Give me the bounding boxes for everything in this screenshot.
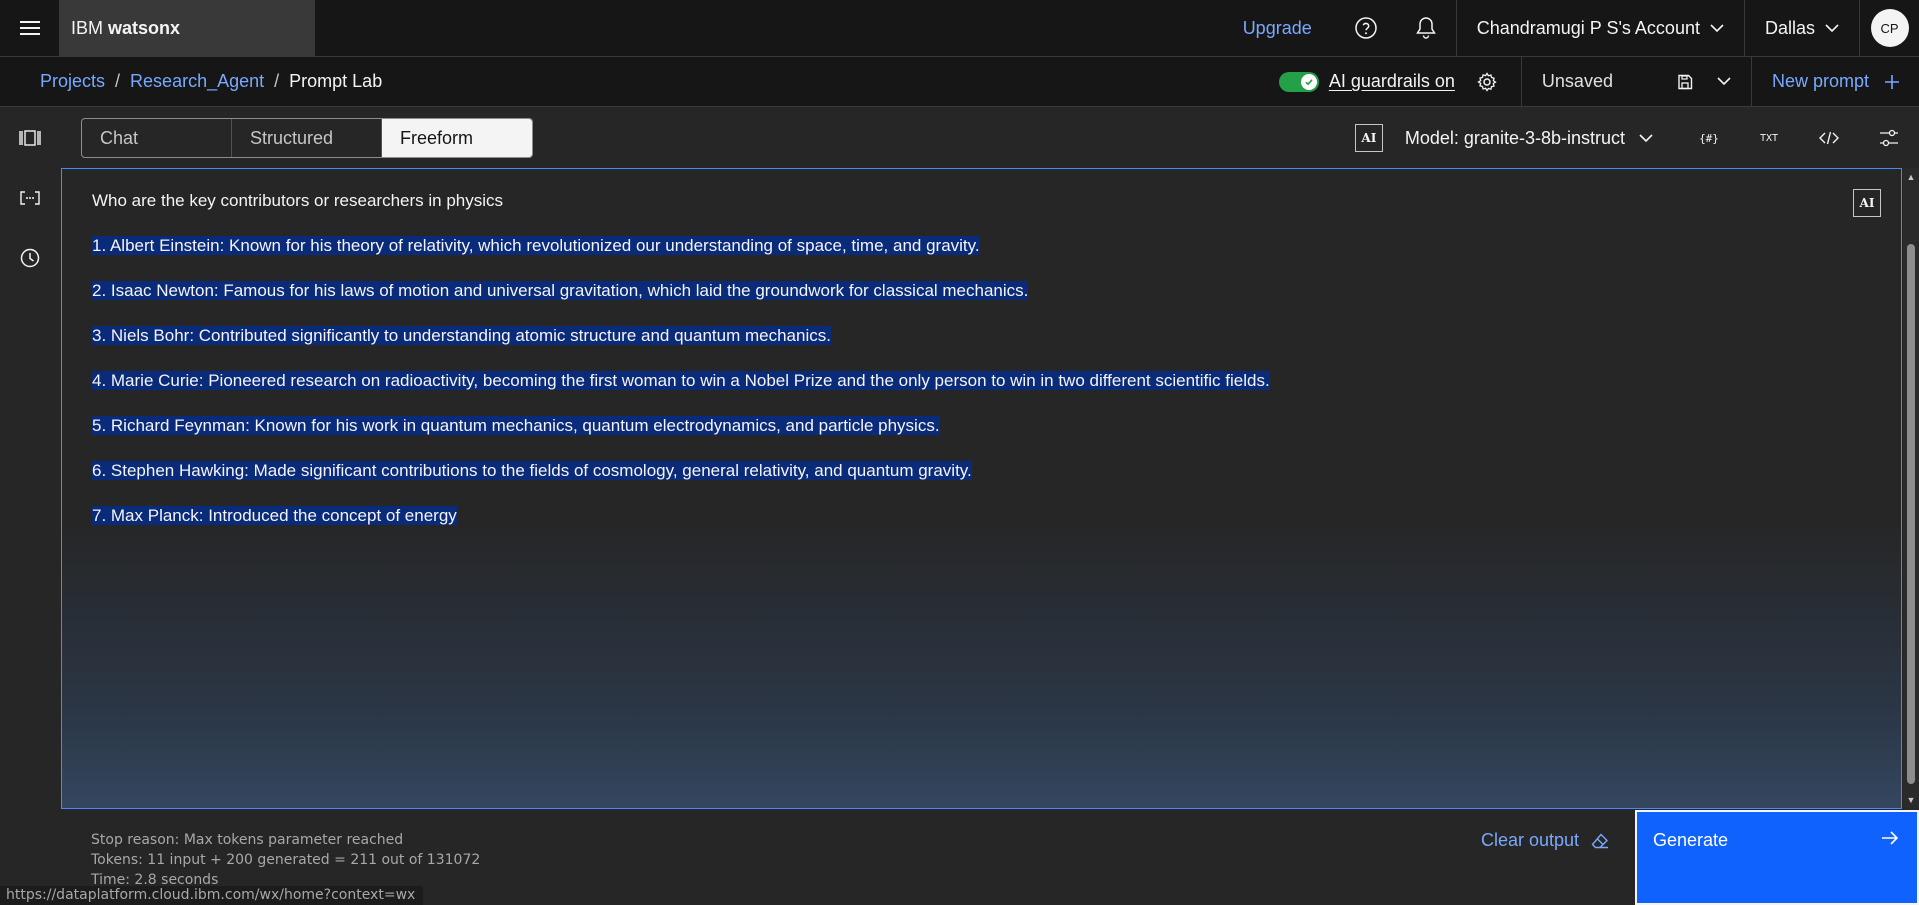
prompt-variables-button[interactable]: {#} (1679, 108, 1739, 168)
txt-icon: TXT (1759, 132, 1779, 144)
account-label: Chandramugi P S's Account (1476, 17, 1700, 38)
generate-label: Generate (1653, 830, 1729, 850)
clear-output-button[interactable]: Clear output (1481, 830, 1609, 851)
breadcrumb-projects[interactable]: Projects (40, 71, 105, 92)
output-line: 4. Marie Curie: Pioneered research on ra… (92, 367, 1871, 395)
token-count: Tokens: 11 input + 200 generated = 211 o… (91, 852, 481, 868)
output-text: 7. Max Planck: Introduced the concept of… (92, 506, 457, 525)
top-header: IBM watsonx Upgrade Chandramugi P S's Ac… (0, 0, 1919, 57)
chevron-down-icon (1639, 133, 1653, 143)
avatar: CP (1870, 9, 1909, 47)
output-text: 3. Niels Bohr: Contributed significantly… (92, 326, 831, 345)
code-icon (1819, 131, 1839, 145)
panel-toggle-button[interactable] (0, 108, 60, 168)
arrow-right-icon (1881, 830, 1899, 846)
sliders-icon (1879, 129, 1899, 147)
guardrails-toggle[interactable] (1278, 71, 1319, 92)
model-parameters-button[interactable] (1859, 108, 1919, 168)
brand-prefix: IBM (71, 17, 104, 38)
new-prompt-button[interactable]: New prompt (1750, 56, 1919, 107)
save-button[interactable] (1677, 74, 1693, 90)
output-line: 5. Richard Feynman: Known for his work i… (92, 412, 1871, 440)
generation-stats: Stop reason: Max tokens parameter reache… (91, 830, 480, 890)
save-icon (1677, 74, 1693, 90)
view-text-button[interactable]: TXT (1739, 108, 1799, 168)
output-line: 7. Max Planck: Introduced the concept of… (92, 502, 1871, 530)
region-label: Dallas (1764, 17, 1815, 38)
save-options-button[interactable] (1717, 77, 1731, 86)
guardrails-control: AI guardrails on (1278, 71, 1521, 92)
user-avatar-button[interactable]: CP (1859, 0, 1919, 57)
tab-freeform[interactable]: Freeform (382, 119, 532, 157)
scroll-thumb[interactable] (1907, 244, 1915, 784)
output-text: 5. Richard Feynman: Known for his work i… (92, 416, 940, 435)
scroll-up-icon[interactable]: ▲ (1906, 172, 1916, 182)
tab-structured[interactable]: Structured (232, 119, 382, 157)
prompt-text: Who are the key contributors or research… (92, 191, 504, 210)
help-button[interactable] (1336, 0, 1396, 57)
output-text: 4. Marie Curie: Pioneered research on ra… (92, 371, 1270, 390)
plus-icon (1885, 74, 1899, 89)
chevron-down-icon (1710, 23, 1724, 33)
output-text: 2. Isaac Newton: Famous for his laws of … (92, 281, 1029, 300)
variables-icon: {#} (1699, 131, 1719, 145)
stop-reason: Stop reason: Max tokens parameter reache… (91, 832, 404, 848)
scroll-down-icon[interactable]: ▼ (1906, 795, 1916, 805)
breadcrumb-bar: Projects / Research_Agent / Prompt Lab A… (0, 56, 1919, 107)
editor-toolbar: Chat Structured Freeform AI Model: grani… (60, 108, 1919, 168)
check-icon (1300, 73, 1317, 90)
ai-badge: AI (1354, 124, 1383, 152)
variables-button[interactable] (0, 168, 60, 228)
output-line: 2. Isaac Newton: Famous for his laws of … (92, 277, 1871, 305)
breadcrumb-current: Prompt Lab (289, 71, 383, 91)
settings-button[interactable] (1477, 71, 1497, 92)
new-prompt-label: New prompt (1771, 71, 1869, 91)
bell-icon (1415, 16, 1437, 40)
output-line: 1. Albert Einstein: Known for his theory… (92, 232, 1871, 260)
breadcrumb-separator: / (274, 71, 280, 91)
account-switcher[interactable]: Chandramugi P S's Account (1455, 0, 1744, 57)
brackets-icon (20, 191, 40, 205)
help-icon (1354, 16, 1378, 40)
prompt-editor[interactable]: Who are the key contributors or research… (61, 168, 1902, 809)
breadcrumb: Projects / Research_Agent / Prompt Lab (0, 71, 382, 92)
region-switcher[interactable]: Dallas (1743, 0, 1859, 57)
clock-icon (20, 248, 40, 268)
notifications-button[interactable] (1396, 0, 1456, 57)
brand-name: watsonx (108, 17, 181, 38)
product-name[interactable]: IBM watsonx (59, 0, 315, 57)
save-status: Unsaved (1541, 71, 1613, 91)
history-button[interactable] (0, 228, 60, 288)
status-bar-url: https://dataplatform.cloud.ibm.com/wx/ho… (0, 886, 424, 905)
output-line: 3. Niels Bohr: Contributed significantly… (92, 322, 1871, 350)
output-text: 6. Stephen Hawking: Made significant con… (92, 461, 972, 480)
tab-chat[interactable]: Chat (82, 119, 232, 157)
guardrails-label[interactable]: AI guardrails on (1329, 71, 1455, 92)
gear-icon (1477, 71, 1497, 92)
model-label: Model: granite-3-8b-instruct (1404, 127, 1625, 148)
breadcrumb-project[interactable]: Research_Agent (130, 71, 264, 92)
eraser-icon (1591, 832, 1609, 849)
editor-scrollbar[interactable]: ▲ ▼ (1903, 168, 1919, 809)
mode-tabs: Chat Structured Freeform (81, 118, 533, 158)
generate-button[interactable]: Generate (1635, 810, 1919, 905)
left-rail (0, 108, 60, 905)
clear-output-label: Clear output (1481, 830, 1580, 850)
breadcrumb-separator: / (115, 71, 121, 91)
hamburger-menu-button[interactable] (0, 0, 59, 57)
hamburger-icon (19, 20, 40, 36)
chevron-down-icon (1825, 23, 1839, 33)
model-area: AI Model: granite-3-8b-instruct {#} TXT (1354, 108, 1919, 168)
output-text: 1. Albert Einstein: Known for his theory… (92, 236, 980, 255)
upgrade-link[interactable]: Upgrade (1219, 18, 1336, 39)
model-selector[interactable]: Model: granite-3-8b-instruct (1383, 128, 1679, 149)
view-code-button[interactable] (1799, 108, 1859, 168)
ai-generated-badge: AI (1853, 189, 1881, 217)
sample-prompts-icon (19, 130, 41, 146)
chevron-down-icon (1717, 77, 1731, 86)
output-line: 6. Stephen Hawking: Made significant con… (92, 457, 1871, 485)
save-controls: Unsaved (1520, 56, 1751, 107)
